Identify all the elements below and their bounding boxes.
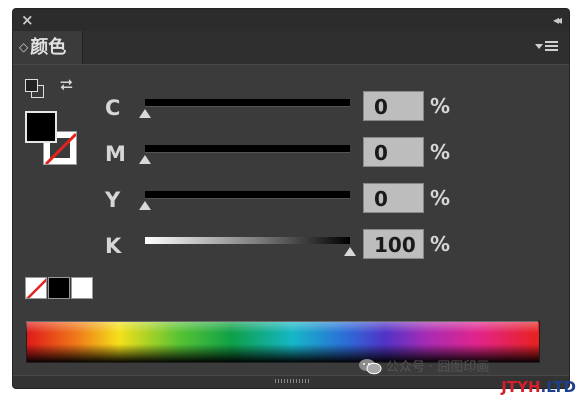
site-name-b: .LTD [540, 378, 576, 396]
none-slash-icon [26, 278, 46, 298]
collapse-double-arrow-icon[interactable]: ◂◂ [553, 10, 562, 30]
menu-lines-icon [545, 41, 558, 53]
slider-label: K [105, 234, 122, 258]
slider-track[interactable] [145, 145, 350, 153]
unit-label: % [430, 140, 451, 164]
slider-track[interactable] [145, 99, 350, 107]
tab-color-label: 颜色 [30, 37, 67, 58]
slider-label: M [105, 142, 126, 166]
panel-menu-icon[interactable] [535, 40, 559, 54]
unit-label: % [430, 232, 451, 256]
site-name-a: JTYH [501, 378, 541, 396]
slider-track[interactable] [145, 237, 350, 244]
watermark: 公众号 · 囧图印画 [358, 358, 489, 377]
swatch-none[interactable] [25, 277, 47, 299]
slider-thumb[interactable] [139, 155, 151, 164]
fill-swatch[interactable] [25, 111, 57, 143]
resize-grip-icon[interactable] [275, 379, 309, 383]
value-field[interactable]: 100 [363, 229, 424, 259]
slider-label: C [105, 96, 121, 120]
watermark-text: 公众号 · 囧图印画 [386, 360, 490, 375]
slider-label: Y [105, 188, 121, 212]
spectrum-highlight [26, 321, 538, 333]
slider-row-cyan: C 0 % [13, 91, 569, 127]
color-panel: × ◂◂ ◇ 颜色 ⮂ C 0 % M 0 % Y 0 % K 100 % [12, 8, 570, 389]
swatch-white[interactable] [71, 277, 93, 299]
slider-thumb[interactable] [344, 247, 356, 256]
slider-row-yellow: Y 0 % [13, 183, 569, 219]
slider-thumb[interactable] [139, 201, 151, 210]
wechat-icon [359, 359, 382, 375]
site-watermark: JTYH.LTD [501, 378, 576, 396]
tab-bar: ◇ 颜色 [13, 31, 569, 65]
value-field[interactable]: 0 [363, 137, 424, 167]
unit-label: % [430, 186, 451, 210]
slider-row-magenta: M 0 % [13, 137, 569, 173]
value-field[interactable]: 0 [363, 91, 424, 121]
value-field[interactable]: 0 [363, 183, 424, 213]
panel-titlebar[interactable]: × ◂◂ [13, 9, 569, 32]
unit-label: % [430, 94, 451, 118]
close-icon[interactable]: × [21, 10, 34, 30]
tab-color[interactable]: ◇ 颜色 [13, 31, 83, 64]
slider-row-black: K 100 % [13, 229, 569, 265]
menu-triangle-icon [535, 44, 543, 49]
slider-thumb[interactable] [139, 109, 151, 118]
slider-track[interactable] [145, 191, 350, 199]
swatch-black[interactable] [48, 277, 70, 299]
tab-expand-arrows-icon[interactable]: ◇ [19, 40, 28, 54]
